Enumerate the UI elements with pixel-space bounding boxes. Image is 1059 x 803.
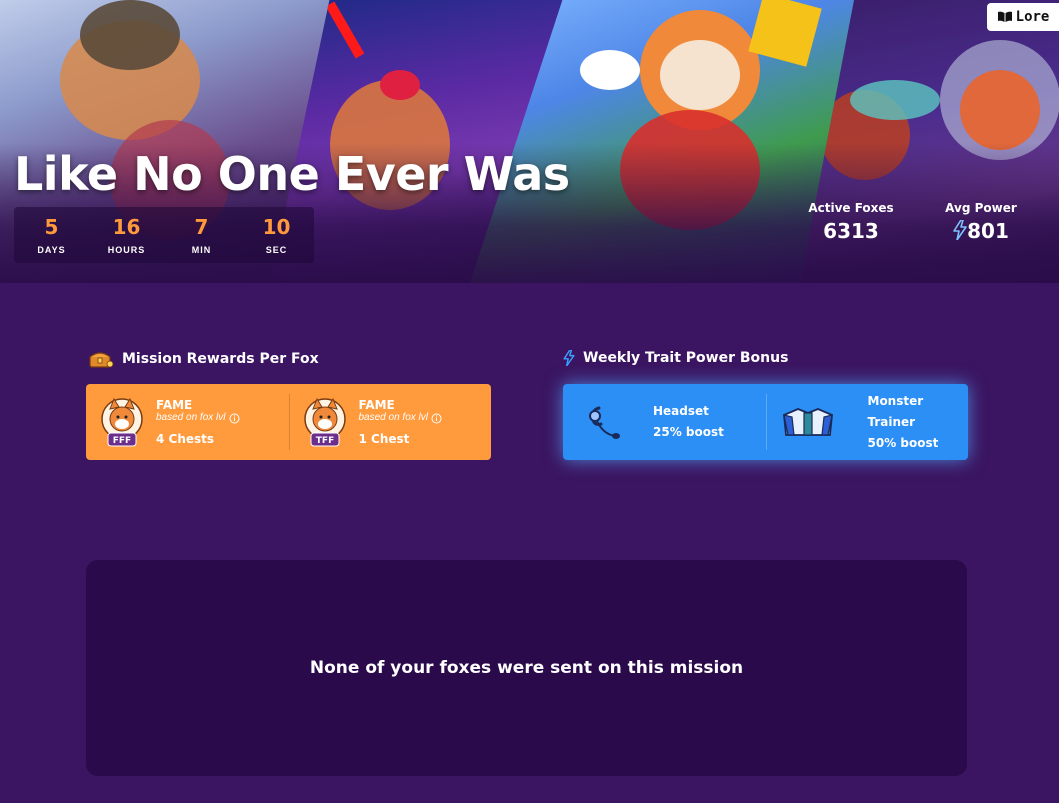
countdown-minutes-value: 7 <box>194 215 209 239</box>
bonus-heading: Weekly Trait Power Bonus <box>563 350 788 366</box>
tff-badge-text: TFF <box>315 436 333 446</box>
monster-trainer-icon <box>780 397 836 447</box>
countdown-days-label: DAYS <box>37 245 66 255</box>
sent-foxes-panel: None of your foxes were sent on this mis… <box>86 560 967 776</box>
rewards-card: FFF FAME based on fox lvl 4 Chests TFF F… <box>86 384 491 460</box>
trait-name: Headset <box>653 404 709 418</box>
countdown-hours: 16 HOURS <box>89 207 164 263</box>
trait-name-line1: Monster <box>867 393 924 408</box>
countdown-hours-value: 16 <box>112 215 141 239</box>
reward-item-tff: TFF FAME based on fox lvl 1 Chest <box>288 384 492 460</box>
lightning-icon <box>563 350 575 366</box>
lore-button[interactable]: Lore <box>987 3 1059 31</box>
countdown-days: 5 DAYS <box>14 207 89 263</box>
countdown-seconds-label: SEC <box>265 245 288 255</box>
countdown-hours-label: HOURS <box>107 245 146 255</box>
reward-chest-count: 4 Chests <box>156 432 215 446</box>
reward-fame-subtitle: based on fox lvl <box>358 412 429 423</box>
countdown-seconds: 10 SEC <box>239 207 314 263</box>
trait-item-monster-trainer: Monster Trainer 50% boost <box>765 384 969 460</box>
fff-fox-badge-icon: FFF <box>101 397 143 447</box>
reward-fame-subtitle: based on fox lvl <box>156 412 226 423</box>
reward-chest-count: 1 Chest <box>358 432 410 446</box>
trait-name-line2: Trainer <box>867 414 916 429</box>
hero-banner: Like No One Ever Was 5 DAYS 16 HOURS 7 M… <box>0 0 1059 283</box>
avg-power-value: 801 <box>967 219 1009 243</box>
lightning-icon <box>953 219 967 241</box>
empty-state-message: None of your foxes were sent on this mis… <box>309 658 744 678</box>
info-icon[interactable] <box>431 413 442 424</box>
treasure-chest-icon <box>89 352 114 368</box>
trait-boost: 25% boost <box>653 425 724 439</box>
reward-sub-row: based on fox lvl <box>359 412 443 424</box>
avg-power-value-row: 801 <box>940 219 1022 243</box>
trait-bonus-card: Headset 25% boost Monster Trainer 50% bo… <box>563 384 968 460</box>
countdown-days-value: 5 <box>44 215 59 239</box>
countdown-minutes: 7 MIN <box>164 207 239 263</box>
rewards-heading: Mission Rewards Per Fox <box>88 350 319 368</box>
fff-badge-text: FFF <box>113 436 131 446</box>
reward-sub-row: based on fox lvl <box>156 412 240 424</box>
active-foxes-label: Active Foxes <box>808 201 894 215</box>
active-foxes-value: 6313 <box>823 219 879 243</box>
avg-power-label: Avg Power <box>945 201 1017 215</box>
countdown-timer: 5 DAYS 16 HOURS 7 MIN 10 SEC <box>14 207 314 263</box>
reward-fame-title: FAME <box>358 398 395 412</box>
avg-power-stat: Avg Power 801 <box>940 201 1022 243</box>
active-foxes-stat: Active Foxes 6313 <box>806 201 896 243</box>
countdown-seconds-value: 10 <box>262 215 291 239</box>
trait-boost: 50% boost <box>867 435 939 450</box>
lore-label: Lore <box>1015 9 1050 25</box>
rewards-heading-text: Mission Rewards Per Fox <box>122 351 319 367</box>
reward-fame-title: FAME <box>156 398 193 412</box>
info-icon[interactable] <box>229 413 240 424</box>
trait-item-headset: Headset 25% boost <box>563 384 766 460</box>
bonus-heading-text: Weekly Trait Power Bonus <box>583 350 789 366</box>
book-icon <box>997 11 1012 22</box>
reward-item-fff: FFF FAME based on fox lvl 4 Chests <box>86 384 289 460</box>
countdown-minutes-label: MIN <box>191 245 212 255</box>
headset-icon <box>577 397 633 447</box>
mission-title: Like No One Ever Was <box>14 147 570 201</box>
tff-fox-badge-icon: TFF <box>303 397 346 447</box>
